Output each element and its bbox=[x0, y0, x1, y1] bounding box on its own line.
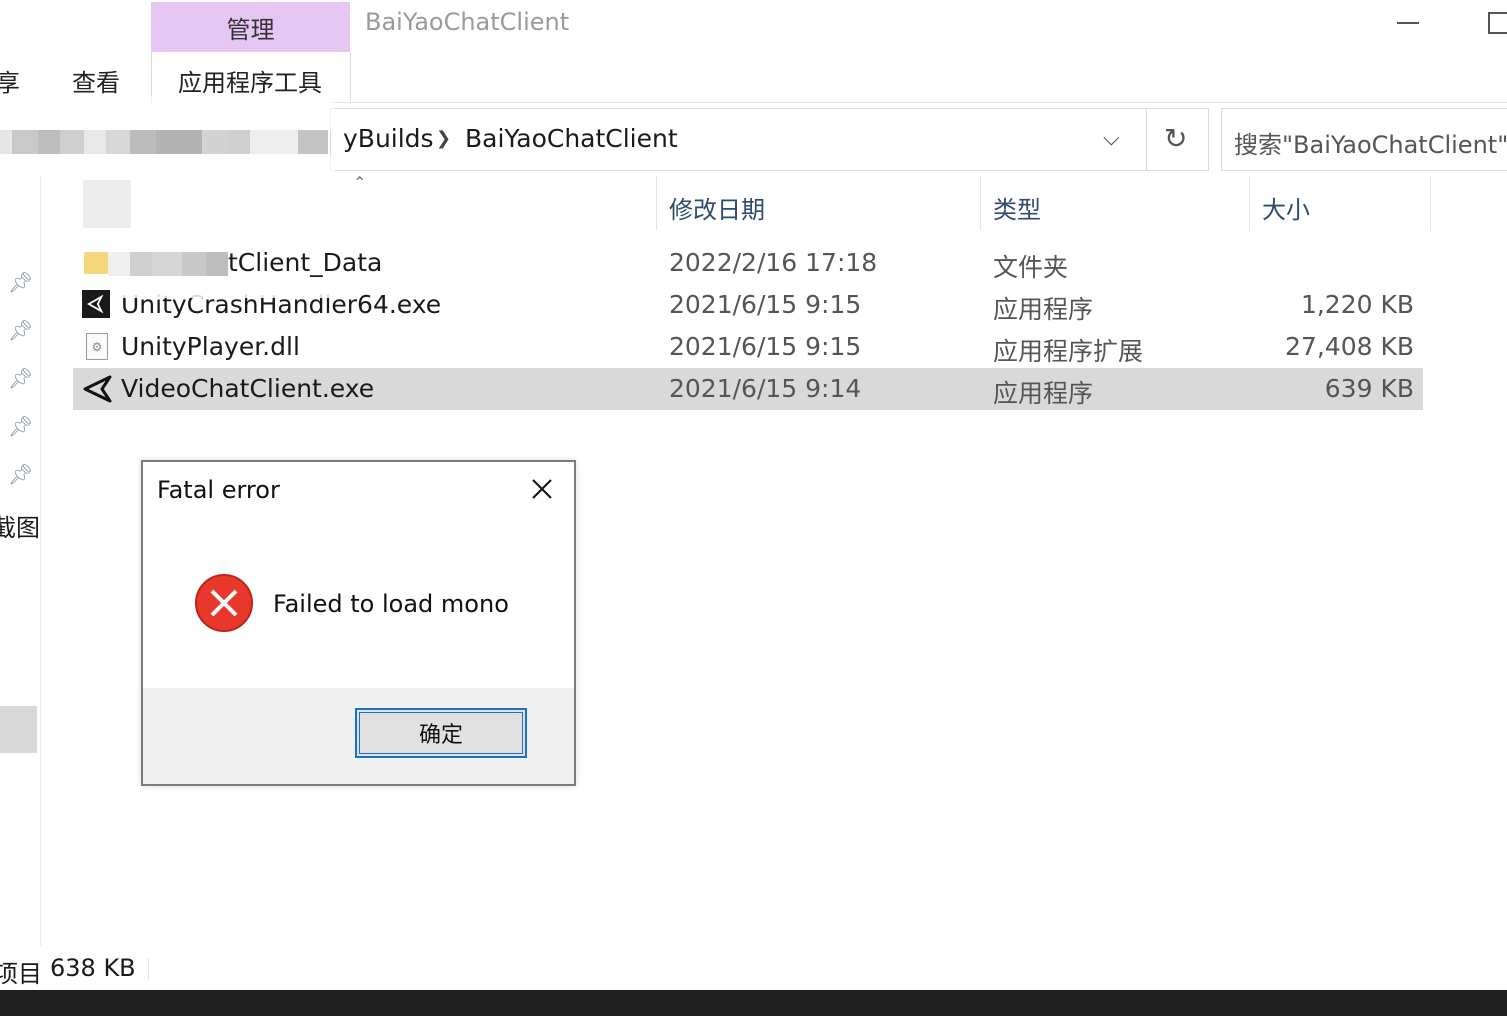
status-divider bbox=[148, 958, 149, 980]
column-header-type[interactable]: 类型 bbox=[993, 190, 1041, 225]
column-divider[interactable] bbox=[1249, 176, 1250, 230]
search-input[interactable]: 搜索"BaiYaoChatClient" bbox=[1221, 108, 1507, 171]
dialog-title: Fatal error bbox=[157, 476, 280, 504]
pin-icon[interactable]: 📌︎ bbox=[8, 270, 33, 294]
pin-icon[interactable]: 📌︎ bbox=[8, 414, 33, 438]
error-icon bbox=[195, 574, 253, 632]
folder-icon bbox=[84, 252, 110, 274]
pin-icon[interactable]: 📌︎ bbox=[8, 462, 33, 486]
ribbon-divider bbox=[330, 102, 1507, 103]
maximize-icon[interactable] bbox=[1488, 12, 1507, 34]
chevron-down-icon[interactable]: ⌵ bbox=[1103, 126, 1120, 151]
ok-button[interactable]: 确定 bbox=[355, 708, 527, 758]
close-icon[interactable] bbox=[527, 474, 557, 504]
file-date: 2021/6/15 9:15 bbox=[669, 332, 862, 361]
ribbon-tab-share[interactable]: 享 bbox=[0, 63, 20, 98]
ribbon-tab-view[interactable]: 查看 bbox=[72, 63, 120, 98]
breadcrumb-current[interactable]: BaiYaoChatClient bbox=[465, 124, 678, 153]
pin-icon[interactable]: 📌︎ bbox=[8, 318, 33, 342]
nav-item-selected[interactable] bbox=[0, 706, 37, 753]
unity-icon bbox=[82, 290, 110, 318]
breadcrumb-separator-icon[interactable]: ❯ bbox=[436, 128, 451, 149]
file-date: 2022/2/16 17:18 bbox=[669, 248, 878, 277]
file-type: 应用程序 bbox=[993, 379, 1094, 408]
sort-ascending-icon: ⌃ bbox=[353, 173, 367, 192]
unity-icon bbox=[82, 374, 114, 404]
breadcrumb-parent[interactable]: yBuilds bbox=[343, 124, 434, 153]
status-selection-size: 638 KB bbox=[50, 954, 136, 982]
error-dialog: Fatal error Failed to load mono 确定 bbox=[141, 460, 576, 786]
file-size: 1,220 KB bbox=[1300, 290, 1414, 319]
ribbon-tab-app-tools[interactable]: 应用程序工具 bbox=[178, 63, 322, 98]
file-type: 文件夹 bbox=[993, 253, 1069, 282]
column-divider[interactable] bbox=[1430, 176, 1431, 230]
refresh-icon[interactable]: ↻ bbox=[1164, 122, 1187, 155]
dialog-message: Failed to load mono bbox=[273, 590, 509, 618]
file-type: 应用程序扩展 bbox=[993, 337, 1144, 366]
window-title: BaiYaoChatClient bbox=[365, 8, 570, 36]
file-size: 27,408 KB bbox=[1285, 332, 1414, 361]
file-size: 639 KB bbox=[1324, 374, 1414, 403]
address-divider bbox=[1146, 109, 1147, 170]
redacted-path-region bbox=[0, 96, 335, 186]
ribbon-contextual-group-manage[interactable]: 管理 bbox=[151, 2, 350, 52]
column-header-size[interactable]: 大小 bbox=[1262, 190, 1310, 225]
redacted-overlay bbox=[110, 284, 340, 298]
column-header-date[interactable]: 修改日期 bbox=[669, 190, 765, 225]
nav-pane-divider bbox=[40, 176, 41, 946]
redacted-filename bbox=[108, 252, 228, 276]
tab-divider bbox=[350, 52, 351, 104]
taskbar bbox=[0, 990, 1507, 1016]
file-name[interactable]: tClient_Data bbox=[228, 248, 382, 277]
dll-file-icon: ⚙ bbox=[86, 333, 108, 360]
file-name[interactable]: UnityPlayer.dll bbox=[121, 332, 300, 361]
file-name[interactable]: VideoChatClient.exe bbox=[121, 374, 374, 403]
column-divider[interactable] bbox=[980, 176, 981, 230]
address-bar[interactable] bbox=[330, 108, 1209, 171]
status-item-count: 项目 bbox=[0, 960, 42, 988]
pin-icon[interactable]: 📌︎ bbox=[8, 366, 33, 390]
file-type: 应用程序 bbox=[993, 295, 1094, 324]
redacted-header-icon bbox=[83, 180, 131, 228]
minimize-icon[interactable] bbox=[1397, 22, 1419, 24]
file-date: 2021/6/15 9:15 bbox=[669, 290, 862, 319]
file-date: 2021/6/15 9:14 bbox=[669, 374, 862, 403]
column-divider[interactable] bbox=[656, 176, 657, 230]
nav-item-screenshots[interactable]: 截图 bbox=[0, 508, 40, 543]
